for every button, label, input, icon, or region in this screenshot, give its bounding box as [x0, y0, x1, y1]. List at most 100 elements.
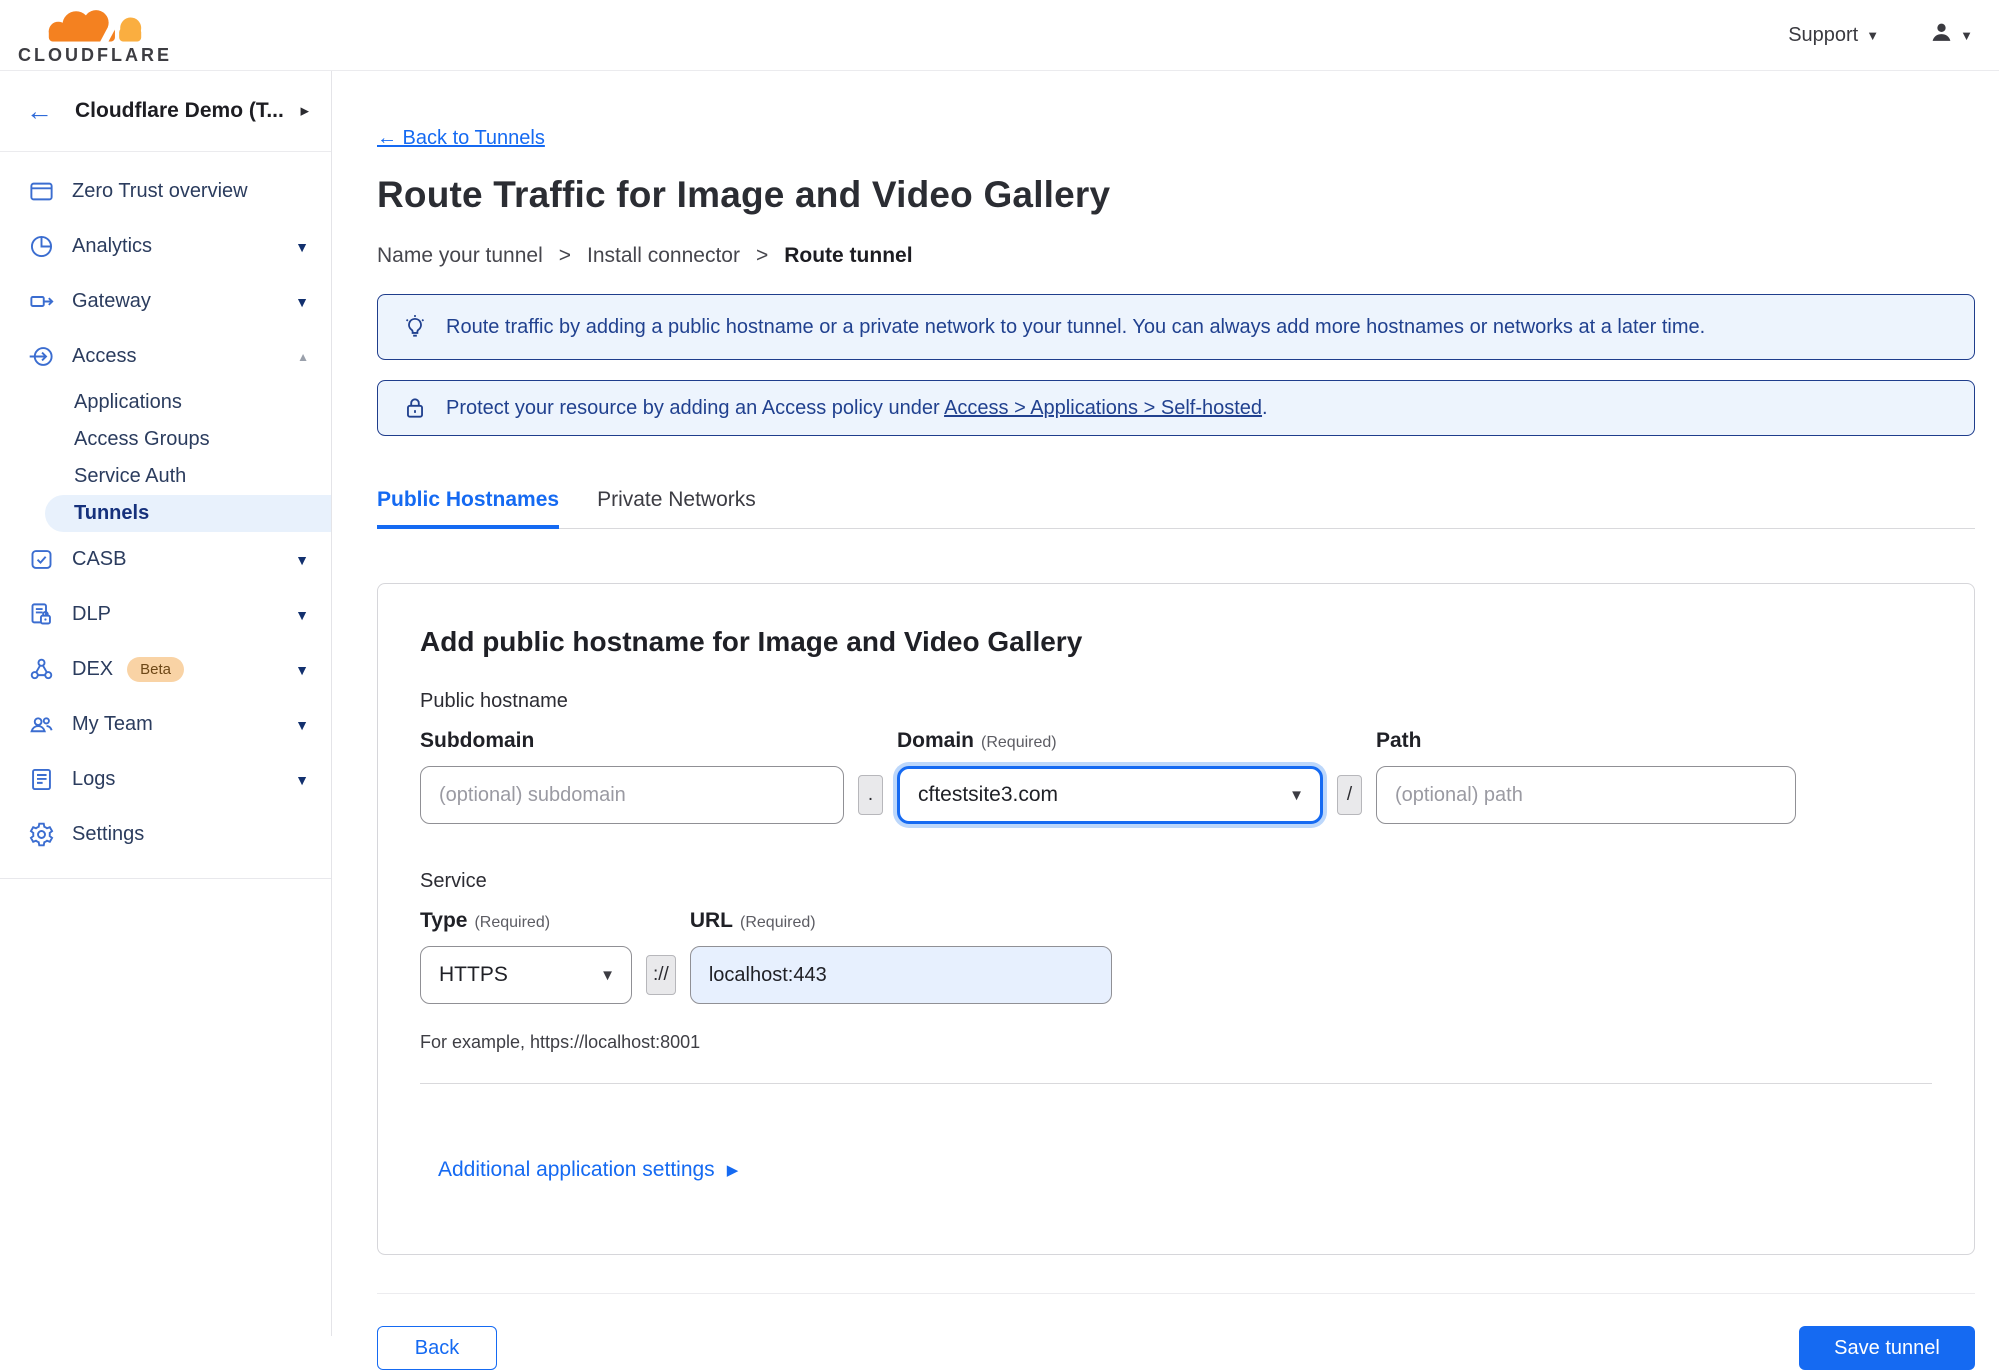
service-fields-row: Type(Required) HTTPS ▼ :// URL(Required) — [420, 909, 1932, 1004]
chevron-down-icon[interactable]: ▼ — [295, 662, 309, 678]
sidebar-item-access[interactable]: Access ▲ — [0, 329, 331, 384]
tab-public-hostnames[interactable]: Public Hostnames — [377, 488, 559, 528]
sidebar-item-service-auth[interactable]: Service Auth — [0, 458, 331, 495]
user-icon — [1929, 20, 1954, 51]
dropdown-caret-icon: ▼ — [1289, 787, 1304, 804]
breadcrumb-separator: > — [756, 244, 768, 268]
gateway-icon — [28, 288, 55, 315]
path-label: Path — [1376, 729, 1796, 753]
support-menu[interactable]: Support ▼ — [1788, 24, 1879, 47]
support-label: Support — [1788, 24, 1858, 47]
slash-separator: / — [1337, 775, 1362, 815]
sidebar-item-access-groups[interactable]: Access Groups — [0, 421, 331, 458]
sidebar-item-label: My Team — [72, 713, 153, 736]
sidebar: ← Cloudflare Demo (T... ▸ Zero Trust ove… — [0, 71, 332, 1336]
service-url-input[interactable] — [690, 946, 1112, 1004]
sidebar-item-label: Settings — [72, 823, 144, 846]
breadcrumb: Name your tunnel > Install connector > R… — [377, 244, 1975, 268]
back-to-tunnels-link[interactable]: ← Back to Tunnels — [377, 127, 545, 150]
chevron-down-icon[interactable]: ▼ — [295, 772, 309, 788]
sidebar-item-zero-trust-overview[interactable]: Zero Trust overview — [0, 164, 331, 219]
sidebar-item-casb[interactable]: CASB ▼ — [0, 532, 331, 587]
dropdown-caret-icon: ▼ — [600, 967, 615, 984]
dex-network-icon — [28, 656, 55, 683]
url-example-hint: For example, https://localhost:8001 — [420, 1032, 1932, 1053]
sidebar-account-header: ← Cloudflare Demo (T... ▸ — [0, 71, 331, 152]
service-section-label: Service — [420, 870, 1932, 893]
path-input[interactable] — [1376, 766, 1796, 824]
chevron-down-icon[interactable]: ▼ — [295, 294, 309, 310]
dlp-document-lock-icon — [28, 601, 55, 628]
tab-private-networks[interactable]: Private Networks — [597, 488, 756, 528]
sidebar-item-label: Applications — [74, 391, 182, 414]
domain-select-value: cftestsite3.com — [918, 783, 1058, 807]
sidebar-item-label: Gateway — [72, 290, 151, 313]
domain-field: Domain(Required) cftestsite3.com ▼ — [897, 729, 1323, 824]
page-title: Route Traffic for Image and Video Galler… — [377, 174, 1975, 216]
subdomain-label: Subdomain — [420, 729, 844, 753]
team-people-icon — [28, 711, 55, 738]
additional-settings-toggle[interactable]: Additional application settings ▶ — [438, 1158, 738, 1182]
save-tunnel-button[interactable]: Save tunnel — [1799, 1326, 1975, 1370]
required-hint: (Required) — [474, 914, 550, 931]
sidebar-item-applications[interactable]: Applications — [0, 384, 331, 421]
url-label: URL(Required) — [690, 909, 1112, 933]
hostname-fields-row: Subdomain . Domain(Required) cftestsite3… — [420, 729, 1932, 824]
back-arrow-icon[interactable]: ← — [26, 96, 53, 127]
access-applications-link[interactable]: Access > Applications > Self-hosted — [944, 397, 1262, 419]
sidebar-item-label: Access — [72, 345, 136, 368]
logs-document-icon — [28, 766, 55, 793]
chevron-down-icon: ▼ — [1866, 28, 1879, 43]
scheme-separator: :// — [646, 955, 676, 995]
sidebar-item-gateway[interactable]: Gateway ▼ — [0, 274, 331, 329]
sidebar-item-dex[interactable]: DEX Beta ▼ — [0, 642, 331, 697]
chevron-down-icon[interactable]: ▼ — [295, 717, 309, 733]
back-button[interactable]: Back — [377, 1326, 497, 1370]
sidebar-item-label: DLP — [72, 603, 111, 626]
chevron-down-icon[interactable]: ▼ — [295, 239, 309, 255]
domain-select[interactable]: cftestsite3.com ▼ — [897, 766, 1323, 824]
service-type-select[interactable]: HTTPS ▼ — [420, 946, 632, 1004]
type-label: Type(Required) — [420, 909, 632, 933]
user-account-menu[interactable]: ▼ — [1929, 20, 1973, 51]
chevron-down-icon[interactable]: ▼ — [295, 552, 309, 568]
sidebar-item-label: Zero Trust overview — [72, 180, 248, 203]
sidebar-item-logs[interactable]: Logs ▼ — [0, 752, 331, 807]
chevron-down-icon[interactable]: ▼ — [295, 607, 309, 623]
top-header: CLOUDFLARE Support ▼ ▼ — [0, 0, 1999, 71]
service-type-value: HTTPS — [439, 963, 508, 987]
wizard-footer: Back Save tunnel — [377, 1326, 1975, 1370]
access-icon — [28, 343, 55, 370]
path-field: Path — [1376, 729, 1796, 824]
card-heading: Add public hostname for Image and Video … — [420, 626, 1932, 658]
sidebar-item-label: Tunnels — [74, 502, 149, 525]
main-content: ← Back to Tunnels Route Traffic for Imag… — [332, 71, 1999, 1336]
chevron-right-icon[interactable]: ▸ — [300, 101, 309, 121]
chevron-up-icon[interactable]: ▲ — [297, 350, 309, 364]
beta-badge: Beta — [127, 657, 184, 682]
domain-label: Domain(Required) — [897, 729, 1323, 753]
content-divider — [377, 1293, 1975, 1294]
subdomain-input[interactable] — [420, 766, 844, 824]
sidebar-item-dlp[interactable]: DLP ▼ — [0, 587, 331, 642]
service-url-field: URL(Required) — [690, 909, 1112, 1004]
breadcrumb-step-name-tunnel[interactable]: Name your tunnel — [377, 244, 543, 268]
breadcrumb-separator: > — [559, 244, 571, 268]
breadcrumb-step-route-tunnel: Route tunnel — [784, 244, 912, 268]
sidebar-item-settings[interactable]: Settings — [0, 807, 331, 862]
route-traffic-info-text: Route traffic by adding a public hostnam… — [446, 316, 1705, 339]
public-hostname-section-label: Public hostname — [420, 690, 1932, 713]
access-policy-text: Protect your resource by adding an Acces… — [446, 397, 1268, 420]
required-hint: (Required) — [740, 914, 816, 931]
casb-check-icon — [28, 546, 55, 573]
breadcrumb-step-install-connector[interactable]: Install connector — [587, 244, 740, 268]
account-name[interactable]: Cloudflare Demo (T... — [75, 99, 300, 123]
access-policy-banner: Protect your resource by adding an Acces… — [377, 380, 1975, 436]
sidebar-item-my-team[interactable]: My Team ▼ — [0, 697, 331, 752]
lock-icon — [402, 395, 428, 421]
sidebar-item-tunnels[interactable]: Tunnels — [45, 495, 331, 532]
gear-icon — [28, 821, 55, 848]
sidebar-item-analytics[interactable]: Analytics ▼ — [0, 219, 331, 274]
sidebar-item-label: Analytics — [72, 235, 152, 258]
required-hint: (Required) — [981, 734, 1057, 751]
